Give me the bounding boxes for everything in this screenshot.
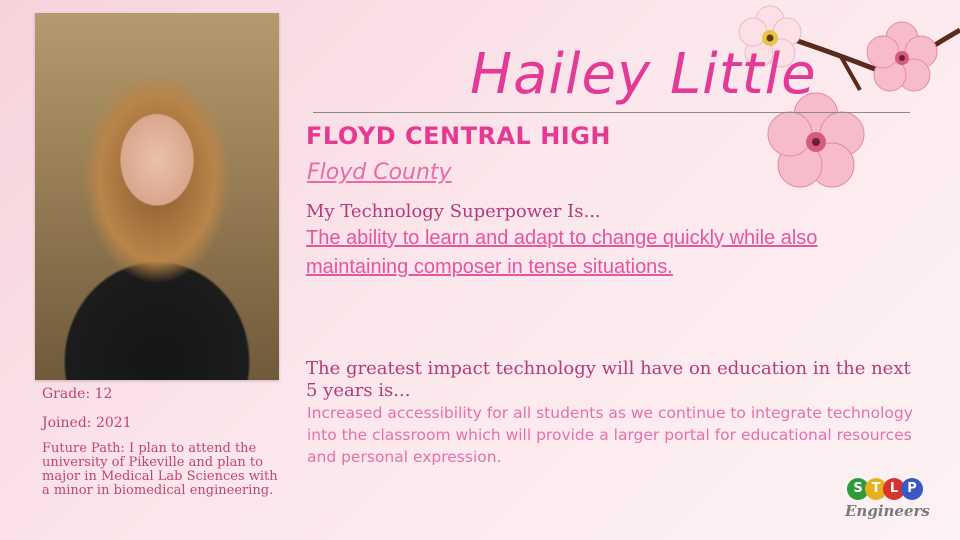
- student-profile-slide: Grade: 12 Joined: 2021 Future Path: I pl…: [0, 0, 960, 540]
- impact-heading: The greatest impact technology will have…: [306, 358, 911, 401]
- student-name: Hailey Little: [470, 42, 817, 107]
- logo-letter-p: P: [901, 478, 923, 500]
- grade-label: Grade: 12: [42, 386, 113, 402]
- future-path-text: Future Path: I plan to attend the univer…: [42, 441, 278, 498]
- county-name: Floyd County: [307, 160, 452, 185]
- superpower-heading: My Technology Superpower Is...: [306, 201, 601, 222]
- title-divider: [313, 112, 910, 113]
- student-photo: [35, 13, 279, 380]
- blossom-large: [767, 92, 865, 188]
- blossom-right: [866, 21, 938, 92]
- impact-answer: Increased accessibility for all students…: [307, 404, 913, 466]
- logo-subtitle: Engineers: [845, 502, 930, 520]
- school-name: Floyd Central High: [306, 122, 612, 150]
- stlp-engineers-logo: S T L P Engineers: [845, 478, 930, 528]
- joined-label: Joined: 2021: [42, 415, 132, 431]
- superpower-answer: The ability to learn and adapt to change…: [306, 227, 818, 278]
